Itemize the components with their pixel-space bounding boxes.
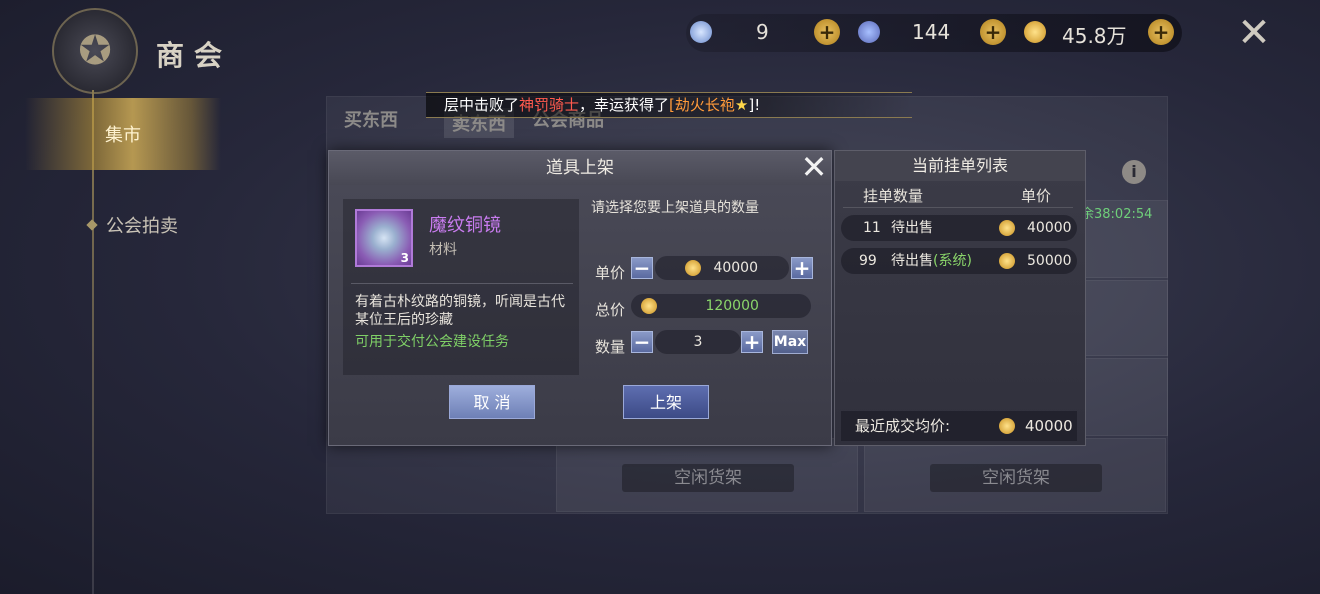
info-icon[interactable]: i: [1122, 160, 1146, 184]
average-price-row: 最近成交均价: 40000: [841, 411, 1077, 441]
nav-item-label: 公会拍卖: [106, 216, 178, 237]
shelf-slot[interactable]: [1084, 358, 1168, 436]
total-price-label: 总价: [595, 301, 626, 319]
page-title: 商会: [156, 39, 233, 72]
idle-shelf-label: 空闲货架: [622, 464, 794, 492]
average-price-label: 最近成交均价:: [855, 417, 951, 435]
nav-item-label: 集市: [105, 125, 141, 146]
news-ticker: 层中击败了神罚骑士，幸运获得了[劫火长袍★]!: [426, 92, 912, 118]
gold-coin-icon: [1024, 21, 1046, 43]
order-qty: 99: [859, 253, 877, 269]
item-type: 材料: [429, 242, 457, 258]
item-description: 有着古朴纹路的铜镜，听闻是古代某位王后的珍藏: [355, 294, 565, 328]
order-price: 40000: [1027, 220, 1072, 236]
close-icon[interactable]: ✕: [1234, 13, 1274, 54]
divider: [843, 207, 1073, 208]
gold-coin-icon: [641, 298, 657, 314]
idle-shelf-label: 空闲货架: [930, 464, 1102, 492]
tab-buy[interactable]: 买东西: [344, 106, 398, 132]
nav-item-market[interactable]: 集市: [25, 98, 221, 170]
diamond-icon: [690, 21, 712, 43]
order-row[interactable]: 99 待出售(系统) 50000: [841, 248, 1077, 274]
order-status: 待出售(系统): [891, 248, 972, 274]
list-item-dialog: 道具上架 ✕ 3 魔纹铜镜 材料 有着古朴纹路的铜镜，听闻是古代某位王后的珍藏 …: [328, 150, 832, 446]
diamond-count: 9: [756, 20, 769, 44]
quantity-input[interactable]: 3: [655, 330, 741, 354]
quantity-increase-button[interactable]: +: [741, 331, 763, 353]
add-diamond-button[interactable]: +: [814, 19, 840, 45]
current-orders-panel: 当前挂单列表 挂单数量 单价 11 待出售 40000 99 待出售(系统) 5…: [834, 150, 1086, 446]
gold-coin-icon: [999, 220, 1015, 236]
unit-price-field[interactable]: 40000: [655, 256, 789, 280]
divider: [351, 283, 573, 284]
average-price-value: 40000: [1025, 417, 1073, 435]
orders-qty-header: 挂单数量: [863, 187, 924, 205]
total-price-field: 120000: [631, 294, 811, 318]
cancel-button[interactable]: 取 消: [449, 385, 535, 419]
news-item: [劫火长袍: [669, 96, 735, 114]
dialog-title: 道具上架: [329, 151, 831, 185]
add-gold-button[interactable]: +: [1148, 19, 1174, 45]
news-text: ，幸运获得了: [579, 96, 670, 114]
guild-emblem-icon: ✪: [52, 8, 138, 94]
star-icon: ★: [734, 96, 749, 114]
order-price: 50000: [1027, 253, 1072, 269]
order-row[interactable]: 11 待出售 40000: [841, 215, 1077, 241]
nav-item-guild-auction[interactable]: 公会拍卖: [86, 212, 178, 238]
diamond-bullet-icon: [86, 219, 98, 231]
gold-count: 45.8万: [1062, 24, 1127, 48]
orders-price-header: 单价: [1021, 187, 1052, 205]
quantity-decrease-button[interactable]: −: [631, 331, 653, 353]
close-icon[interactable]: ✕: [797, 151, 831, 185]
confirm-list-button[interactable]: 上架: [623, 385, 709, 419]
mirror-item-icon: 3: [355, 209, 413, 267]
item-usage: 可用于交付公会建设任务: [355, 334, 509, 350]
max-quantity-button[interactable]: Max: [772, 330, 808, 354]
item-count: 3: [400, 251, 409, 265]
gold-coin-icon: [999, 418, 1015, 434]
price-decrease-button[interactable]: −: [631, 257, 653, 279]
gold-coin-icon: [685, 260, 701, 276]
order-system-tag: (系统): [933, 253, 972, 269]
total-price-value: 120000: [705, 298, 759, 314]
gem-icon: [858, 21, 880, 43]
news-boss: 神罚骑士: [519, 96, 580, 114]
gold-coin-icon: [999, 253, 1015, 269]
order-status-text: 待出售: [891, 253, 933, 269]
add-gem-button[interactable]: +: [980, 19, 1006, 45]
item-name: 魔纹铜镜: [429, 215, 501, 236]
quantity-label: 数量: [595, 338, 626, 356]
order-qty: 11: [863, 220, 881, 236]
price-increase-button[interactable]: +: [791, 257, 813, 279]
news-text: ]!: [748, 96, 761, 114]
quantity-prompt: 请选择您要上架道具的数量: [591, 200, 759, 216]
unit-price-label: 单价: [595, 264, 626, 282]
gem-count: 144: [912, 20, 951, 44]
shelf-slot[interactable]: [1084, 280, 1168, 356]
orders-title: 当前挂单列表: [835, 151, 1085, 181]
news-text: 层中击败了: [444, 96, 520, 114]
unit-price-value: 40000: [713, 260, 758, 276]
item-info-box: 3 魔纹铜镜 材料 有着古朴纹路的铜镜，听闻是古代某位王后的珍藏 可用于交付公会…: [343, 199, 579, 375]
order-status: 待出售: [891, 220, 933, 236]
